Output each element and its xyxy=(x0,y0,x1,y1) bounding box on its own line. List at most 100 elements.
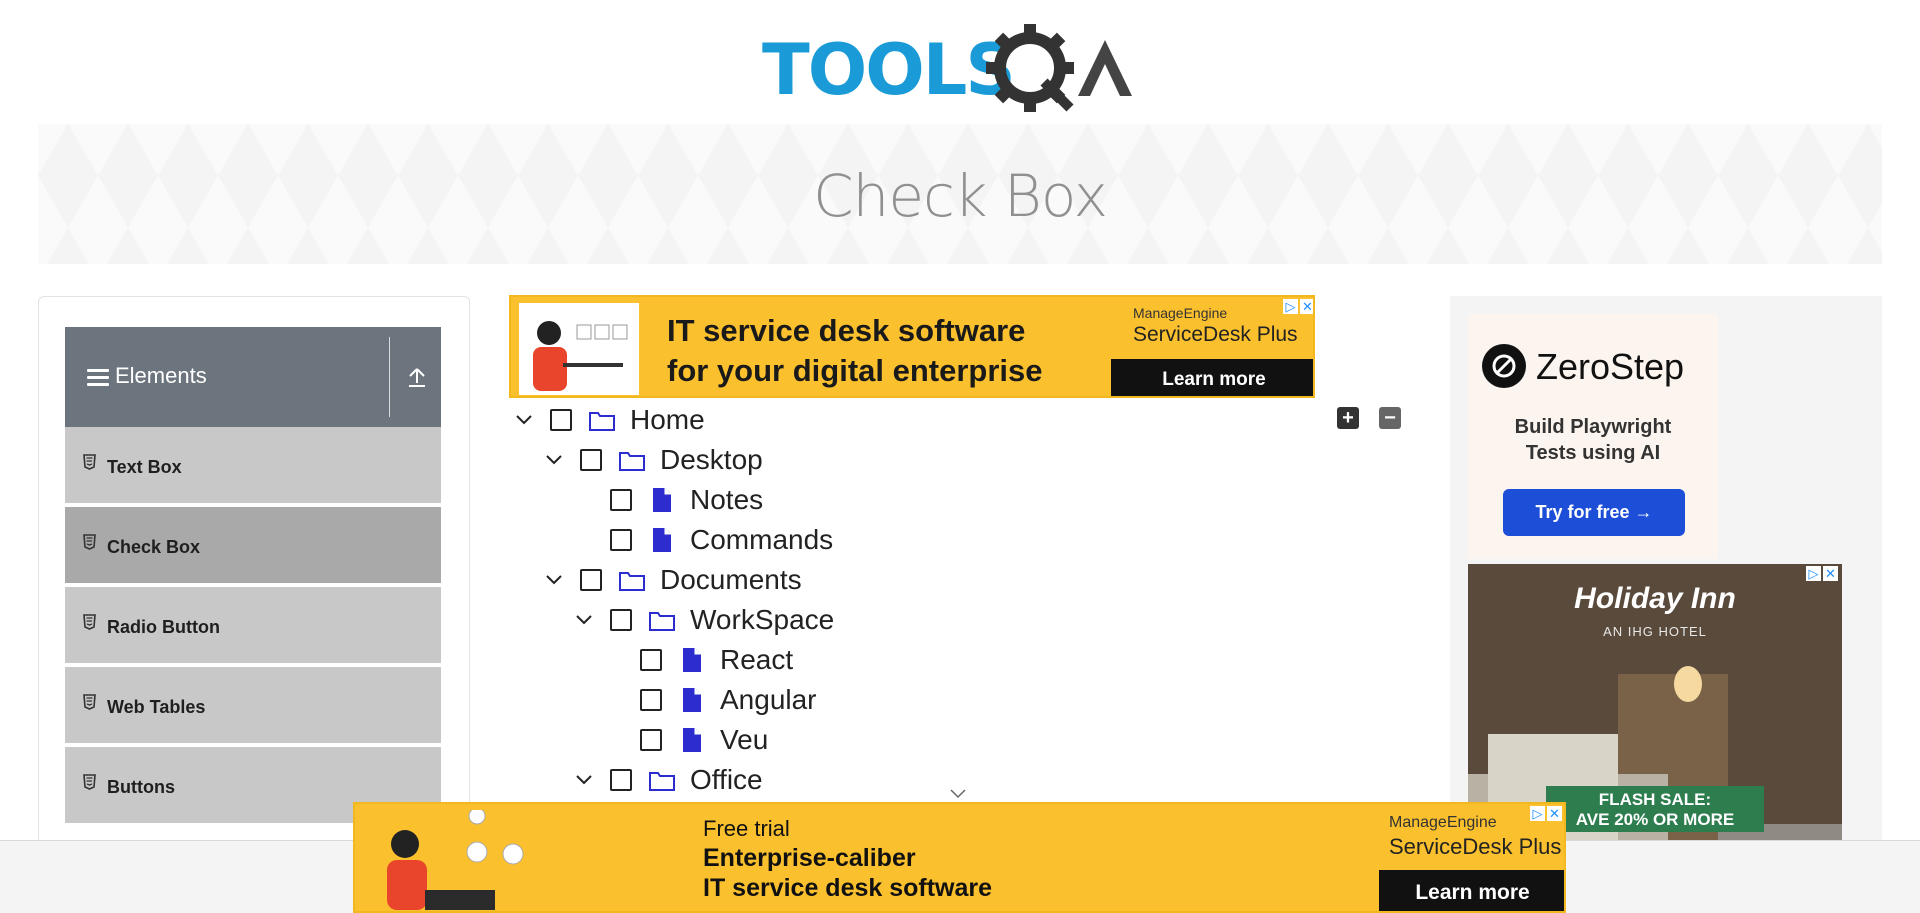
ad-banner-top[interactable]: IT service desk software for your digita… xyxy=(509,295,1315,398)
tree-node-office: Office xyxy=(569,760,763,800)
sidebar-item-label: Check Box xyxy=(107,537,201,557)
ad-tagline: Build Playwright Tests using AI xyxy=(1468,414,1718,466)
ad-sale-badge: FLASH SALE: AVE 20% OR MORE xyxy=(1546,786,1764,832)
folder-icon xyxy=(618,446,646,474)
tree-node-label[interactable]: Angular xyxy=(720,684,817,716)
toolsqa-logo[interactable]: TOOLS xyxy=(760,18,1168,114)
ad-subtitle: AN IHG HOTEL xyxy=(1603,624,1707,639)
checkbox[interactable] xyxy=(610,529,632,551)
file-icon xyxy=(678,646,706,674)
ad-tagline-line2: Tests using AI xyxy=(1525,442,1661,464)
tree-node-label[interactable]: Office xyxy=(690,764,763,796)
ad-zerostep[interactable]: ZeroStep Build Playwright Tests using AI… xyxy=(1468,314,1718,559)
sidebar-item-label: Web Tables xyxy=(107,697,206,717)
folder-icon xyxy=(588,406,616,434)
ad-line3: IT service desk software xyxy=(703,874,993,902)
tree-node-label[interactable]: WorkSpace xyxy=(690,604,834,636)
sidebar-item-radio-button[interactable]: Radio Button xyxy=(65,587,441,665)
ad-line1: Free trial xyxy=(703,816,790,841)
checkbox[interactable] xyxy=(550,409,572,431)
checkbox[interactable] xyxy=(580,449,602,471)
caret-spacer xyxy=(569,525,599,555)
try-for-free-button[interactable]: Try for free → xyxy=(1503,489,1685,536)
checkbox[interactable] xyxy=(610,609,632,631)
tree-node-react: React xyxy=(599,640,793,680)
tree-node-commands: Commands xyxy=(569,520,833,560)
folder-icon xyxy=(648,606,676,634)
close-ad-icon[interactable]: ✕ xyxy=(1547,806,1562,821)
ad-brand: ZeroStep xyxy=(1536,346,1685,387)
html5-icon xyxy=(83,694,96,710)
tree-node-label[interactable]: Commands xyxy=(690,524,833,556)
chevron-down-icon[interactable] xyxy=(539,565,569,595)
chevron-down-icon[interactable] xyxy=(539,445,569,475)
sidebar-item-label: Buttons xyxy=(107,777,175,797)
tree-node-label[interactable]: Notes xyxy=(690,484,763,516)
caret-spacer xyxy=(599,645,629,675)
close-ad-icon[interactable]: ✕ xyxy=(1823,566,1838,581)
tree-node-documents: Documents xyxy=(539,560,802,600)
caret-spacer xyxy=(569,485,599,515)
ad-brand-large: ServiceDesk Plus xyxy=(1133,323,1298,346)
checkbox-tree: Home Desktop Notes Commands Documents Wo… xyxy=(509,400,1409,800)
ad-headline-line2: for your digital enterprise xyxy=(667,353,1043,388)
file-icon xyxy=(648,526,676,554)
ad-learn-more-button[interactable]: Learn more xyxy=(1379,870,1564,911)
ad-headline: IT service desk software for your digita… xyxy=(667,311,1043,391)
page-banner: Check Box xyxy=(38,124,1882,264)
sidebar-item-label: Radio Button xyxy=(107,617,220,637)
file-icon xyxy=(678,726,706,754)
html5-icon xyxy=(83,774,96,790)
ad-illustration xyxy=(365,807,535,911)
sidebar-item-text-box[interactable]: Text Box xyxy=(65,427,441,505)
file-icon xyxy=(648,486,676,514)
tree-node-label[interactable]: Home xyxy=(630,404,705,436)
folder-icon xyxy=(648,766,676,794)
ad-brand-large: ServiceDesk Plus xyxy=(1389,834,1562,859)
sidebar-item-web-tables[interactable]: Web Tables xyxy=(65,667,441,745)
tree-node-label[interactable]: Documents xyxy=(660,564,802,596)
adchoices-icon[interactable]: ▷ xyxy=(1530,806,1545,821)
close-ad-icon[interactable]: ✕ xyxy=(1300,299,1313,314)
tree-node-label[interactable]: Desktop xyxy=(660,444,763,476)
caret-spacer xyxy=(599,685,629,715)
caret-spacer xyxy=(599,725,629,755)
tree-node-veu: Veu xyxy=(599,720,768,760)
divider xyxy=(389,337,390,417)
page-title: Check Box xyxy=(813,162,1108,230)
sidebar-group-label: Elements xyxy=(115,363,207,388)
sidebar-item-label: Text Box xyxy=(107,457,182,477)
tree-node-workspace: WorkSpace xyxy=(569,600,834,640)
ad-banner-bottom[interactable]: Free trial Enterprise-caliber IT service… xyxy=(353,802,1566,913)
tree-node-notes: Notes xyxy=(569,480,763,520)
chevron-down-icon[interactable] xyxy=(509,405,539,435)
ad-brand: Holiday Inn xyxy=(1574,582,1736,615)
chevron-down-icon[interactable] xyxy=(569,605,599,635)
adchoices-icon[interactable]: ▷ xyxy=(1806,566,1821,581)
ad-tagline-line1: Build Playwright xyxy=(1514,416,1672,438)
tree-node-label[interactable]: React xyxy=(720,644,793,676)
ad-sale-line1: FLASH SALE: xyxy=(1598,790,1712,809)
tree-node-label[interactable]: Veu xyxy=(720,724,768,756)
checkbox[interactable] xyxy=(610,769,632,791)
ad-line2: Enterprise-caliber xyxy=(703,844,916,872)
html5-icon xyxy=(83,534,96,550)
checkbox[interactable] xyxy=(580,569,602,591)
checkbox[interactable] xyxy=(640,649,662,671)
checkbox[interactable] xyxy=(610,489,632,511)
menu-icon xyxy=(87,369,109,387)
checkbox[interactable] xyxy=(640,689,662,711)
upload-icon[interactable] xyxy=(405,365,429,389)
tree-node-home: Home xyxy=(509,400,705,440)
adchoices-icon[interactable]: ▷ xyxy=(1283,299,1298,314)
ad-brand-small: ManageEngine xyxy=(1389,814,1497,831)
sidebar-item-check-box[interactable]: Check Box xyxy=(65,507,441,585)
chevron-down-icon[interactable] xyxy=(569,765,599,795)
tree-node-angular: Angular xyxy=(599,680,817,720)
page: TOOLS Check Box Elements Text Box Check … xyxy=(0,0,1920,913)
html5-icon xyxy=(83,614,96,630)
sidebar-group-elements[interactable]: Elements xyxy=(65,327,441,427)
checkbox[interactable] xyxy=(640,729,662,751)
ad-learn-more-button[interactable]: Learn more xyxy=(1111,359,1313,396)
file-icon xyxy=(678,686,706,714)
